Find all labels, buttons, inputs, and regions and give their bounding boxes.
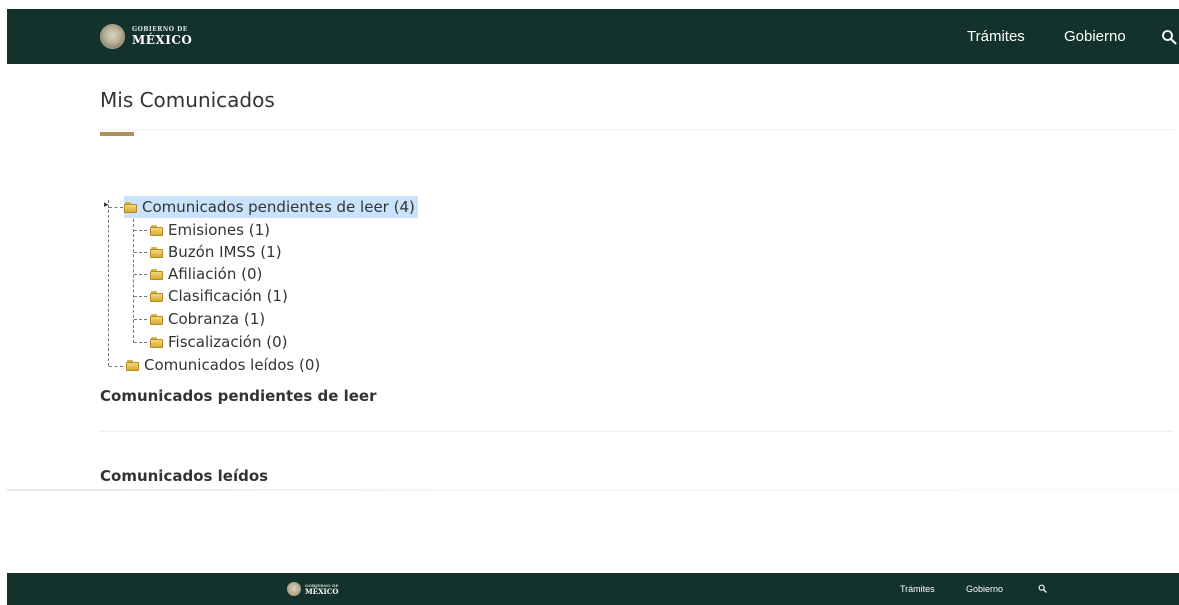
section-heading-leidos: Comunicados leídos [100,467,269,485]
tree-node-leidos[interactable]: Comunicados leídos (0) [126,354,320,376]
tree-connector [134,252,147,253]
tree-node-fiscalizacion[interactable]: Fiscalización (0) [150,331,287,353]
tree-node-label: Buzón IMSS (1) [168,243,282,261]
title-divider [100,129,1175,130]
footer-link-gobierno[interactable]: Gobierno [966,573,1003,605]
tree-node-cobranza[interactable]: Cobranza (1) [150,308,265,330]
search-icon[interactable] [1038,584,1047,593]
national-seal-icon [100,23,125,49]
nav-link-tramites[interactable]: Trámites [967,9,1025,64]
logo-text: GOBIERNO DE MÉXICO [132,25,193,47]
tree-node-label: Comunicados pendientes de leer (4) [142,198,415,216]
footer-link-tramites[interactable]: Trámites [900,573,935,605]
tree-connector [134,230,147,231]
tree-node-label: Comunicados leídos (0) [144,356,321,374]
tree-connector [134,274,147,275]
expand-toggle-icon[interactable]: ▸ [104,201,109,210]
folder-icon [126,359,139,371]
folder-icon [150,246,163,258]
folder-icon [150,313,163,325]
section-heading-pendientes: Comunicados pendientes de leer [100,387,377,405]
tree-node-afiliacion[interactable]: Afiliación (0) [150,263,262,285]
tree-node-emisiones[interactable]: Emisiones (1) [150,219,270,241]
tree-connector [109,207,123,208]
logo-small-text: GOBIERNO DE [132,25,188,33]
tree-connector [134,342,147,343]
footer-logo[interactable]: GOBIERNO DE MÉXICO [287,582,339,596]
tree-node-clasificacion[interactable]: Clasificación (1) [150,285,288,307]
tree-node-label: Fiscalización (0) [168,333,288,351]
folder-icon [150,290,163,302]
folder-icon [150,268,163,280]
tree-connector [133,219,134,343]
footer-logo-text: GOBIERNO DE MÉXICO [305,583,339,596]
tree-connector [109,366,123,367]
tree-node-buzon-imss[interactable]: Buzón IMSS (1) [150,241,282,263]
page-title: Mis Comunicados [100,88,275,112]
section-divider [100,431,1172,432]
nav-link-gobierno[interactable]: Gobierno [1064,9,1126,64]
folder-icon [124,201,137,213]
tree-connector [134,296,147,297]
footer-logo-big-text: MÉXICO [305,586,339,596]
folder-icon [150,336,163,348]
tree-node-label: Afiliación (0) [168,265,263,283]
logo-big-text: MÉXICO [132,32,193,47]
tree-node-pendientes[interactable]: Comunicados pendientes de leer (4) [124,196,418,218]
tree-node-label: Cobranza (1) [168,310,266,328]
top-navbar: GOBIERNO DE MÉXICO Trámites Gobierno [7,9,1179,64]
tree-connector [108,200,109,366]
gobierno-mexico-logo[interactable]: GOBIERNO DE MÉXICO [100,23,192,49]
folder-icon [150,224,163,236]
national-seal-icon [287,582,301,596]
tree-node-label: Emisiones (1) [168,221,270,239]
content-bottom-divider [7,489,1179,491]
title-accent-bar [100,132,134,136]
tree-node-label: Clasificación (1) [168,287,288,305]
search-icon[interactable] [1161,29,1177,45]
footer-bar: GOBIERNO DE MÉXICO Trámites Gobierno [7,573,1179,605]
tree-connector [134,319,147,320]
